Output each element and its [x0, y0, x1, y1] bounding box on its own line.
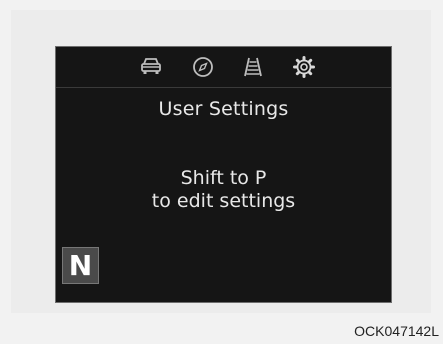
lane-icon: [244, 57, 262, 77]
tab-driving-assist[interactable]: [240, 54, 266, 80]
message-line-2: to edit settings: [151, 190, 296, 212]
tab-bar: [56, 47, 391, 88]
tab-user-settings[interactable]: [291, 54, 317, 80]
cluster-display: User Settings Shift to P to edit setting…: [55, 46, 392, 303]
gear-position-indicator: N: [62, 247, 99, 284]
screen-title: User Settings: [158, 98, 289, 120]
tab-vehicle[interactable]: [138, 54, 164, 80]
figure-code: OCK047142L: [354, 323, 439, 339]
message-line-1: Shift to P: [180, 167, 267, 189]
gear-icon: [293, 56, 315, 78]
car-icon: [141, 58, 161, 74]
info-message: Shift to P to edit settings: [56, 167, 391, 213]
tab-navigation[interactable]: [190, 54, 216, 80]
compass-icon: [193, 57, 213, 77]
